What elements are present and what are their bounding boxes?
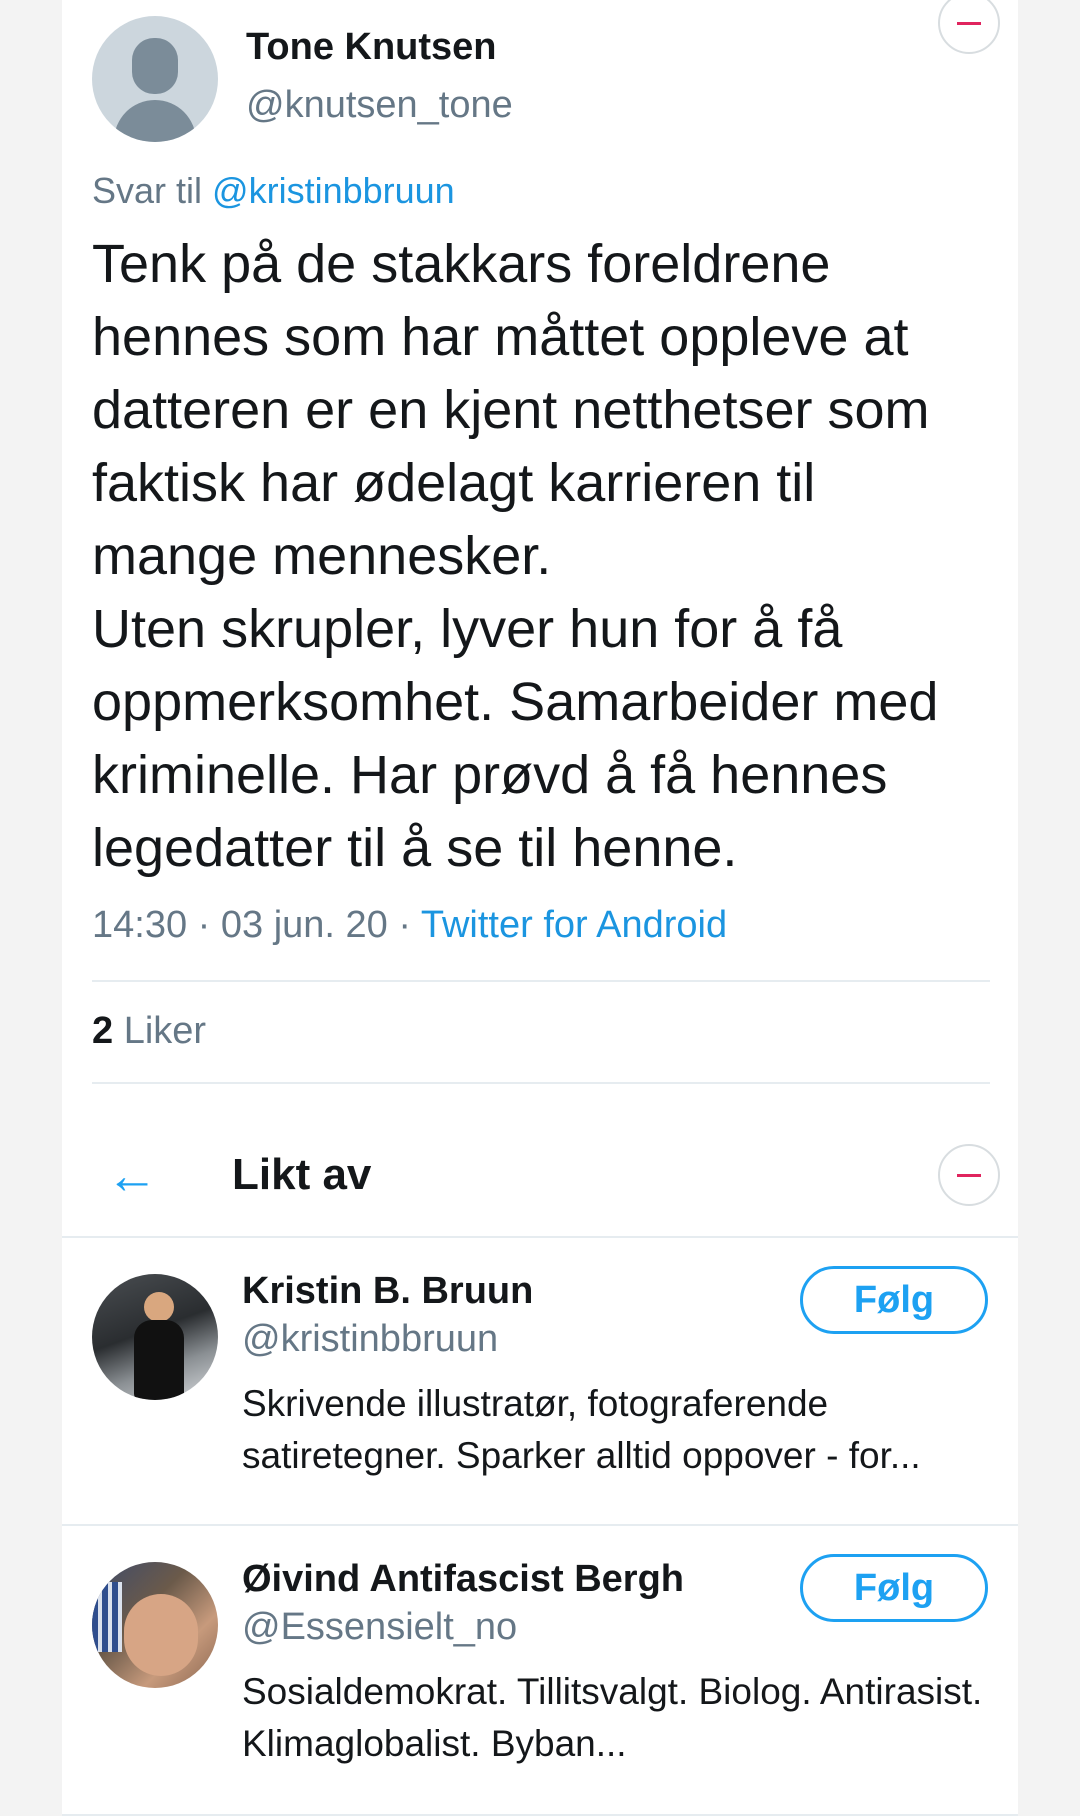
left-gutter <box>0 0 62 1816</box>
avatar-figure-head <box>144 1292 174 1322</box>
avatar[interactable] <box>92 1562 218 1688</box>
user-handle[interactable]: @kristinbbruun <box>242 1318 498 1361</box>
liked-by-title: Likt av <box>232 1150 372 1199</box>
follow-button[interactable]: Følg <box>800 1266 988 1334</box>
right-gutter <box>1018 0 1080 1816</box>
likes-count: 2 <box>92 1010 114 1052</box>
reply-mention-link[interactable]: @kristinbbruun <box>212 170 455 211</box>
divider <box>92 1082 990 1084</box>
avatar-figure-torso <box>134 1320 184 1400</box>
default-avatar-icon[interactable] <box>92 16 218 142</box>
arrow-left-icon[interactable]: ← <box>102 1146 162 1206</box>
tweet-timestamp: 14:30 · 03 jun. 20 · <box>92 904 421 946</box>
reply-prefix: Svar til <box>92 170 203 211</box>
avatar-body-shape <box>114 100 196 142</box>
author-handle[interactable]: @knutsen_tone <box>246 84 513 127</box>
liked-by-header: ← Likt av <box>62 1126 1018 1236</box>
list-item[interactable]: Øivind Antifascist Bergh @Essensielt_no … <box>62 1526 1018 1814</box>
likes-label: Liker <box>113 1010 207 1052</box>
avatar-head-shape <box>132 38 178 94</box>
tweet-card: Tone Knutsen @knutsen_tone Svar til @kri… <box>62 0 1018 1088</box>
tweet-client-link[interactable]: Twitter for Android <box>421 904 727 946</box>
tweet-text: Tenk på de stakkars foreldrene hennes so… <box>92 234 939 878</box>
divider <box>92 980 990 982</box>
avatar[interactable] <box>92 1274 218 1400</box>
avatar-bookshelf <box>92 1582 122 1652</box>
liked-by-panel: ← Likt av Kristin B. Bruun @kristinbbruu… <box>62 1126 1018 1816</box>
minus-circle-icon[interactable] <box>938 1144 1000 1206</box>
list-item[interactable]: Kristin B. Bruun @kristinbbruun Følg Skr… <box>62 1238 1018 1526</box>
user-name[interactable]: Øivind Antifascist Bergh <box>242 1558 684 1601</box>
user-name[interactable]: Kristin B. Bruun <box>242 1270 533 1313</box>
avatar-face <box>124 1594 198 1676</box>
tweet-meta: 14:30 · 03 jun. 20 · Twitter for Android <box>92 904 727 947</box>
reply-to-line: Svar til @kristinbbruun <box>92 170 455 212</box>
minus-circle-icon[interactable] <box>938 0 1000 54</box>
user-handle[interactable]: @Essensielt_no <box>242 1606 517 1649</box>
author-name[interactable]: Tone Knutsen <box>246 26 497 69</box>
user-bio: Sosialdemokrat. Tillitsvalgt. Biolog. An… <box>242 1671 983 1764</box>
user-bio: Skrivende illustratør, fotograferende sa… <box>242 1383 921 1476</box>
follow-button[interactable]: Følg <box>800 1554 988 1622</box>
likes-summary[interactable]: 2 Liker <box>92 1010 206 1053</box>
